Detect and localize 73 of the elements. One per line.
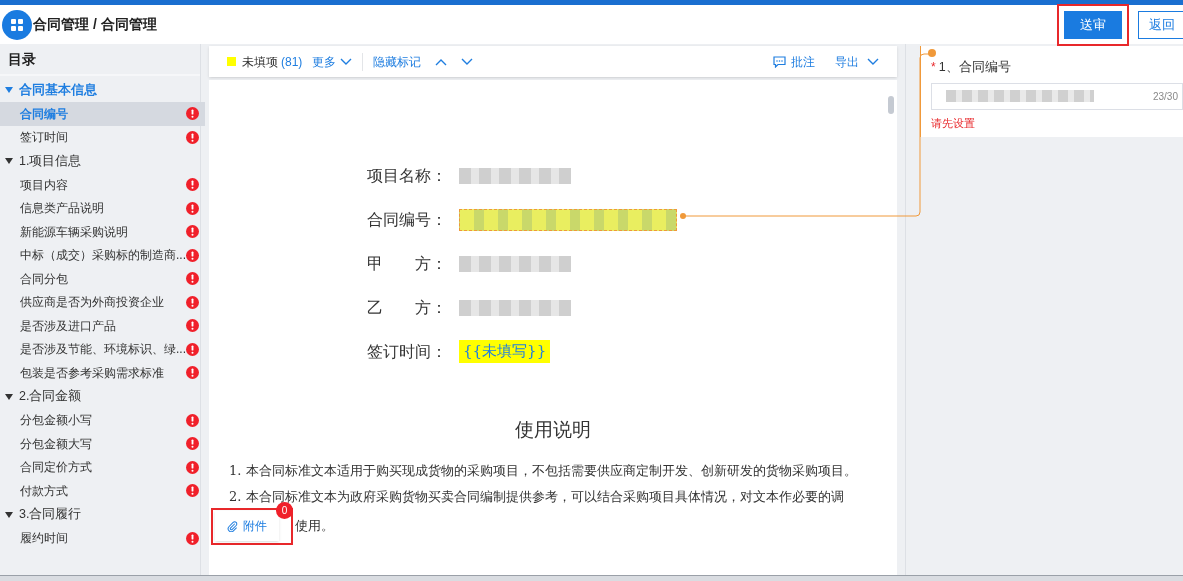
warning-icon [186,413,199,427]
comment-button[interactable]: 批注 [773,52,815,71]
field-label: 乙 方： [367,296,448,319]
chevron-up-icon[interactable] [435,57,448,66]
caret-icon [5,393,13,400]
legend-swatch [227,57,236,66]
paragraph: 1. 本合同标准文本适用于购买现成货物的采购项目，不包括需要供应商定制开发、创新研发的货物采购项目。 [229,461,858,480]
warning-icon [186,484,199,498]
tree-item[interactable]: 新能源车辆采购说明 [0,220,205,244]
warning-icon [186,248,199,262]
warning-icon [186,366,199,380]
tree-item[interactable]: 合同分包 [0,267,205,291]
section-heading: 使用说明 [514,417,592,442]
unfilled-label: 未填项 [242,53,278,71]
placeholder-value: {{未填写}} [459,340,551,363]
attachment-button[interactable]: 附件 [215,511,279,541]
warning-icon [186,319,199,333]
app-menu-icon[interactable] [2,9,32,40]
error-message: 请先设置 [931,115,976,131]
tree-section[interactable]: 1.项目信息 [0,149,205,173]
tree-item[interactable]: 是否涉及进口产品 [0,314,205,338]
tree-item[interactable]: 包装是否参考采购需求标准 [0,361,205,385]
warning-icon [186,437,199,451]
unfilled-count: (81) [281,53,303,71]
export-button[interactable]: 导出 [835,52,879,71]
tree-section[interactable]: 3.合同履行 [0,502,205,527]
paragraph-fragment: 使用。 [295,517,334,536]
caret-icon [5,87,13,93]
warning-icon [186,201,199,215]
chat-icon [773,55,786,68]
tree-item[interactable]: 信息类产品说明 [0,196,205,220]
field-label: 签订时间： [367,340,448,363]
character-counter: 23/30 [1152,89,1178,104]
caret-icon [5,511,13,518]
warning-icon [186,130,199,144]
more-button[interactable]: 更多 [312,52,353,71]
scrollbar-thumb[interactable] [888,96,894,114]
field-label: 合同编号： [367,208,448,231]
warning-icon [186,225,199,239]
tree-item[interactable]: 合同定价方式 [0,455,205,479]
warning-icon [186,107,199,121]
tree-section[interactable]: 2.合同金额 [0,384,205,409]
field-label: 甲 方： [367,252,448,275]
warning-icon [186,342,199,356]
tree-item[interactable]: 分包金额大写 [0,432,205,456]
warning-icon [186,531,199,545]
required-mark: * [931,59,936,77]
caret-icon [5,158,13,164]
chevron-down-icon[interactable] [340,57,353,66]
tree-item[interactable]: 履约时间 [0,526,205,550]
breadcrumb-title: 合同管理 / 合同管理 [33,15,157,34]
warning-icon [186,295,199,309]
tree-item[interactable]: 项目内容 [0,173,205,197]
hide-marks-button[interactable]: 隐藏标记 [373,52,422,71]
tree-section[interactable]: 合同基本信息 [0,78,205,102]
input-field[interactable]: 23/30 [931,82,1183,110]
submit-button[interactable]: 送审 [1064,10,1122,39]
tree-item[interactable]: 付款方式 [0,479,205,503]
tree-item[interactable]: 是否涉及节能、环境标识、绿... [0,337,205,361]
chevron-down-icon[interactable] [867,57,879,66]
warning-icon [186,460,199,474]
back-button[interactable]: 返回 [1138,10,1183,39]
tree-item[interactable]: 供应商是否为外商投资企业 [0,290,205,314]
tree-item[interactable]: 签订时间 [0,125,205,149]
warning-icon [186,272,199,286]
paperclip-icon [227,520,238,532]
field-label: 1、合同编号 [938,59,1011,76]
warning-icon [186,178,199,192]
tree-item[interactable]: 中标（成交）采购标的制造商... [0,243,205,267]
sidebar-title: 目录 [0,44,200,76]
tree-item[interactable]: 分包金额小写 [0,408,205,432]
field-label: 项目名称： [367,164,448,187]
chevron-down-icon[interactable] [461,57,474,66]
